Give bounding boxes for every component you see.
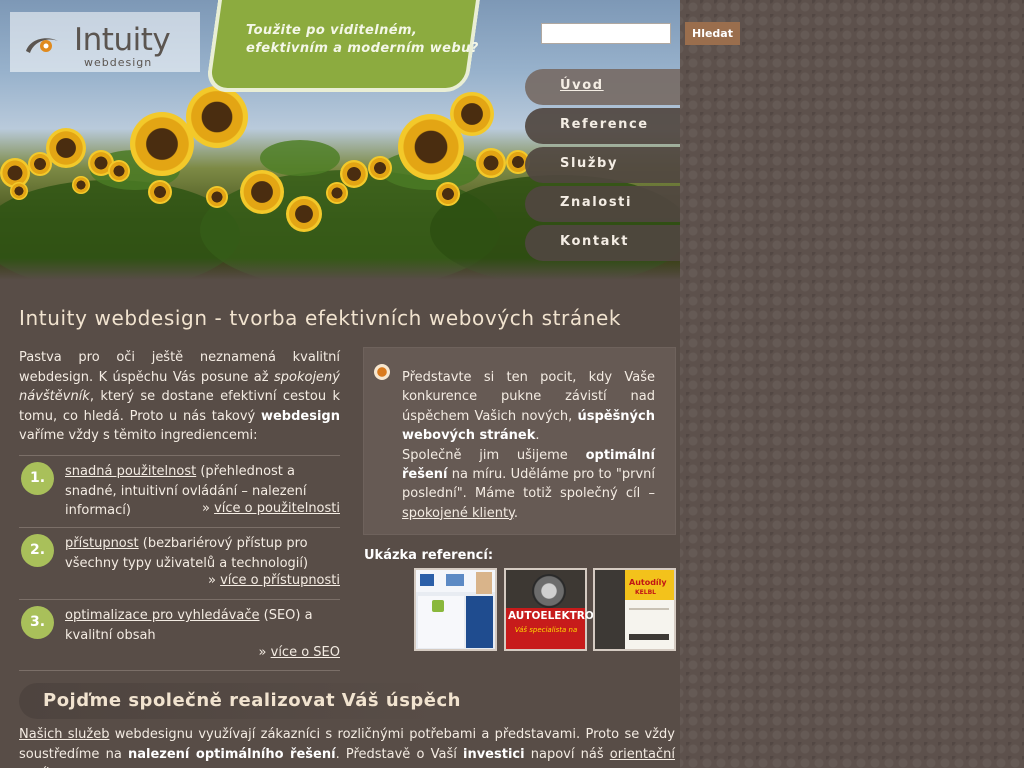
section-paragraph: Našich služeb webdesignu využívají zákaz… [19,725,675,768]
nav-item-sluzby[interactable]: Služby [525,147,680,183]
tagline-line-1: Toužite po viditelném, [246,23,418,38]
sunflower [476,148,506,178]
feature-text-3: optimalizace pro vyhledávače (SEO) a kva… [65,606,340,645]
thumb-1-panel [466,596,493,648]
thumb-3-subcaption: KELBL [635,589,656,596]
page-column: Intuity webdesign Toužite po viditelném,… [0,0,680,768]
header-fade [0,258,680,280]
section-part-3: napoví náš [524,746,610,762]
thumb-3-footer [629,634,669,640]
more-link-usability[interactable]: více o použitelnosti [214,501,340,516]
thumb-1-green-mark [432,600,444,612]
box-part-5: . [513,505,519,521]
sunflower [10,182,28,200]
more-link-seo[interactable]: více o SEO [271,645,340,660]
thumb-2-subcaption: Váš specialista na [514,626,578,634]
intro-part-3: vaříme vždy s těmito ingrediencemi: [19,428,258,444]
feature-more-3: » více o SEO [259,645,340,660]
search-button[interactable]: Hledat [685,22,740,45]
services-link[interactable]: Našich služeb [19,727,109,742]
box-part-2: . [535,428,540,444]
feature-item-3: 3. optimalizace pro vyhledávače (SEO) a … [19,599,340,671]
thumb-2-disc [532,574,566,608]
sunflower [450,92,494,136]
box-part-3: Společně jim ušijeme [402,447,586,463]
feature-link-seo[interactable]: optimalizace pro vyhledávače [65,608,260,623]
logo[interactable]: Intuity webdesign [10,12,200,72]
thumb-3-caption: Autodíly [629,578,667,587]
sunflower [46,128,86,168]
reference-thumb-2[interactable]: AUTOELEKTRO Váš specialista na [504,568,594,651]
nav-item-uvod[interactable]: Úvod [525,69,680,105]
search-input[interactable] [541,23,671,44]
intro-text: Pastva pro oči ještě neznamená kvalitní … [19,348,340,446]
sunflower [72,176,90,194]
references-title: Ukázka referencí: [364,548,494,563]
highlight-text: Představte si ten pocit, kdy Vaše konkur… [402,368,655,523]
reference-thumb-1[interactable] [414,568,497,651]
thumb-1-photo [476,572,492,594]
thumb-2-caption: AUTOELEKTRO [508,610,594,622]
highlight-box: Představte si ten pocit, kdy Vaše konkur… [363,347,676,535]
section-strong-1: nalezení optimálního řešení [127,746,336,762]
nav-item-reference[interactable]: Reference [525,108,680,144]
feature-divider [19,670,340,671]
section-heading: Pojďme společně realizovat Váš úspěch [43,690,461,711]
thumb-3-divider [629,608,669,610]
sunflower [436,182,460,206]
more-link-accessibility[interactable]: více o přístupnosti [220,573,340,588]
intro-strong: webdesign [260,408,340,424]
nav-item-kontakt[interactable]: Kontakt [525,225,680,261]
thumb-1-logo-left [420,574,434,586]
logo-swoosh-icon [26,38,58,53]
more-arrow: » [258,645,271,660]
sunflower [148,180,172,204]
thumb-1-logo-mid [446,574,464,586]
section-part-2: . Představě o Vaší [335,746,463,762]
feature-number-3: 3. [21,606,54,639]
feature-number-2: 2. [21,534,54,567]
orange-bullet-icon [374,364,390,380]
feature-number-1: 1. [21,462,54,495]
section-strong-2: investici [463,746,525,762]
sunflower [206,186,228,208]
sunflower [286,196,322,232]
feature-item-2: 2. přístupnost (bezbariérový přístup pro… [19,527,340,599]
logo-subtitle: webdesign [84,56,153,69]
reference-thumb-3[interactable]: Autodíly KELBL [593,568,676,651]
feature-link-usability[interactable]: snadná použitelnost [65,464,196,479]
logo-name: Intuity [74,22,171,58]
leaf [260,140,340,176]
feature-more-2: » více o přístupnosti [208,573,340,588]
sunflower [130,112,194,176]
tagline-text: Toužite po viditelném, efektivním a mode… [246,22,486,58]
feature-item-1: 1. snadná použitelnost (přehlednost a sn… [19,455,340,527]
page-title: Intuity webdesign - tvorba efektivních w… [19,306,622,330]
feature-text-2: přístupnost (bezbariérový přístup pro vš… [65,534,340,573]
sunflower [240,170,284,214]
happy-clients-link[interactable]: spokojené klienty [402,506,514,521]
sunflower [28,152,52,176]
feature-more-1: » více o použitelnosti [202,501,340,516]
sunflower [186,86,248,148]
feature-link-accessibility[interactable]: přístupnost [65,536,139,551]
sunflower [326,182,348,204]
more-arrow: » [207,573,221,588]
more-arrow: » [201,501,215,516]
thumb-3-sidebar [595,570,625,649]
nav-item-znalosti[interactable]: Znalosti [525,186,680,222]
sunflower [368,156,392,180]
tagline-line-2: efektivním a moderním webu? [246,41,479,56]
sunflower [108,160,130,182]
